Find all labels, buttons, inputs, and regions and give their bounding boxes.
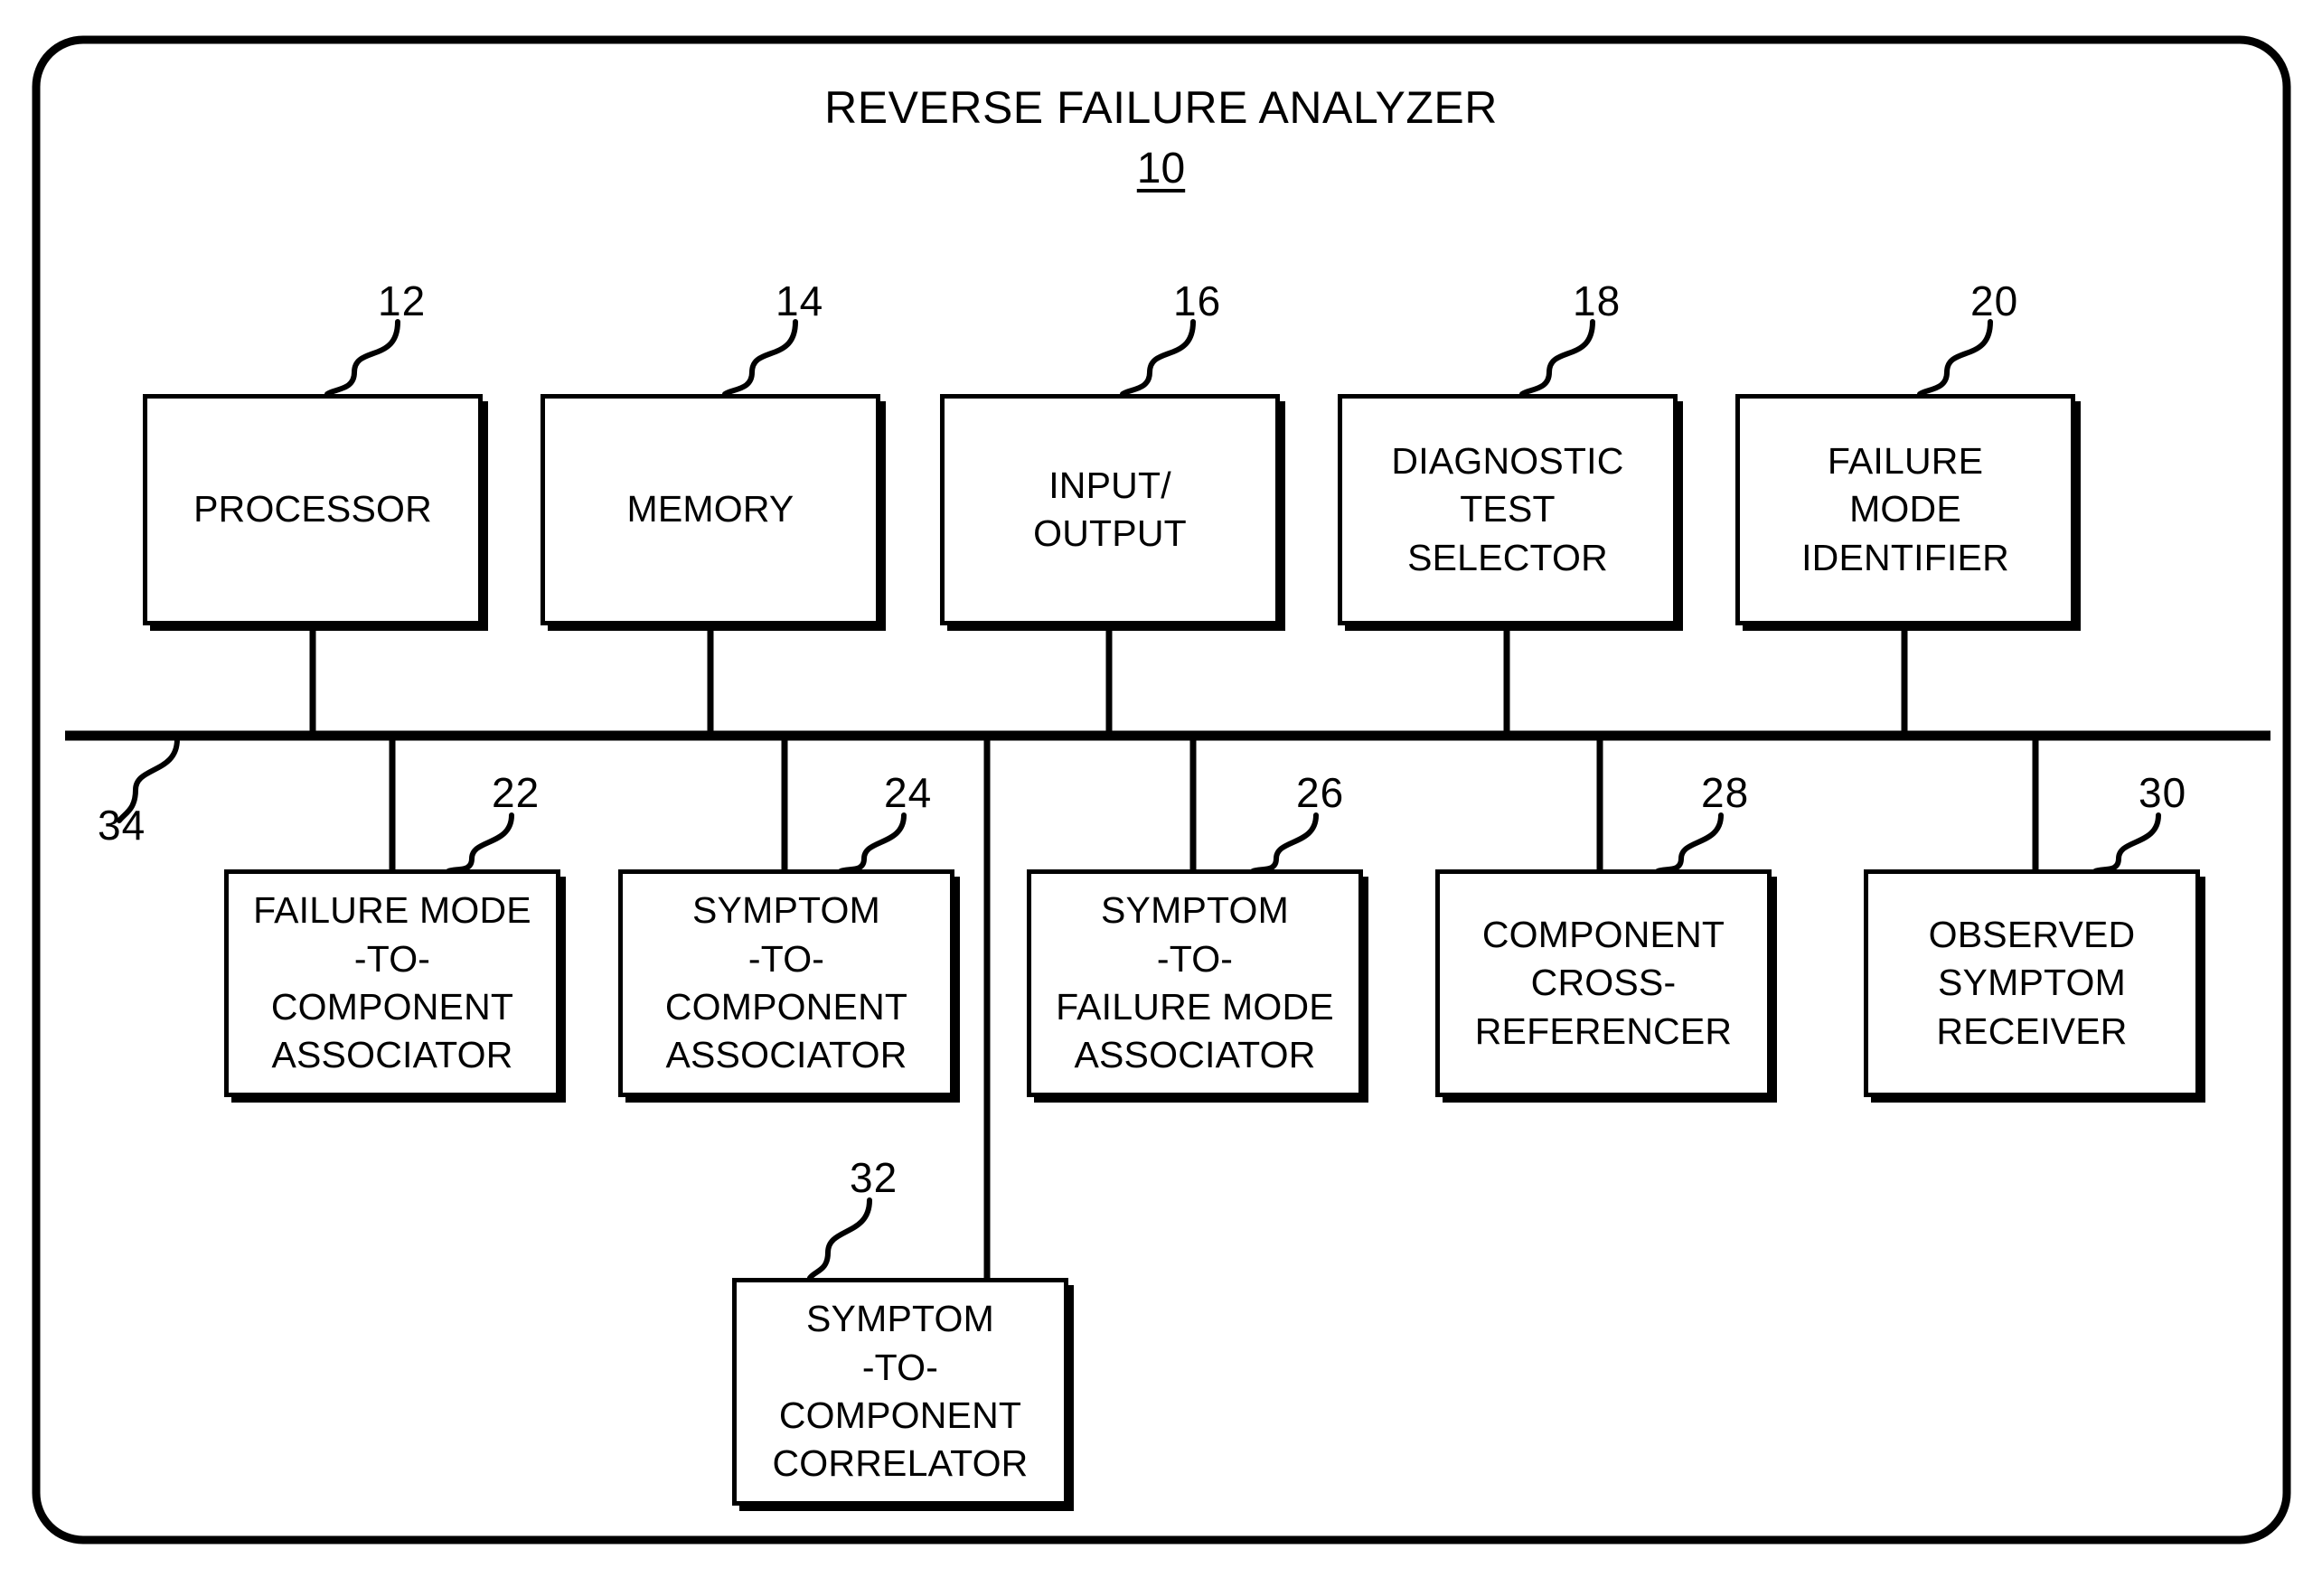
block-symptom-to-failure-mode-associator[interactable]: SYMPTOM -TO- FAILURE MODE ASSOCIATOR [1027,869,1363,1097]
leader-line-24 [838,812,907,874]
block-observed-symptom-receiver[interactable]: OBSERVED SYMPTOM RECEIVER [1864,869,2200,1097]
block-observed-symptom-receiver-label: OBSERVED SYMPTOM RECEIVER [1928,914,2136,1052]
connector-lines-layer [32,35,2291,1544]
refnum-20: 20 [1970,277,2019,324]
block-failure-mode-identifier-label: FAILURE MODE IDENTIFIER [1801,440,2009,578]
block-symptom-to-component-associator-label: SYMPTOM -TO- COMPONENT ASSOCIATOR [664,889,908,1076]
leader-line-28 [1655,812,1724,874]
block-failure-mode-to-component-associator-label: FAILURE MODE -TO- COMPONENT ASSOCIATOR [253,889,531,1076]
leader-line-22 [446,812,514,874]
reverse-failure-analyzer-diagram: REVERSE FAILURE ANALYZER 10 PROCESSOR ME… [0,0,2322,1596]
block-diagnostic-test-selector[interactable]: DIAGNOSTIC TEST SELECTOR [1338,394,1678,625]
block-processor[interactable]: PROCESSOR [143,394,483,625]
block-diagnostic-test-selector-label: DIAGNOSTIC TEST SELECTOR [1391,440,1624,578]
refnum-32: 32 [850,1154,898,1201]
block-input-output-label: INPUT/ OUTPUT [1033,464,1187,554]
block-symptom-to-component-correlator[interactable]: SYMPTOM -TO- COMPONENT CORRELATOR [732,1278,1068,1506]
block-memory-label: MEMORY [626,488,794,530]
block-symptom-to-component-correlator-label: SYMPTOM -TO- COMPONENT CORRELATOR [772,1298,1029,1485]
block-memory[interactable]: MEMORY [541,394,880,625]
block-component-cross-referencer-label: COMPONENT CROSS- REFERENCER [1474,914,1733,1052]
block-component-cross-referencer[interactable]: COMPONENT CROSS- REFERENCER [1435,869,1772,1097]
leader-line-26 [1250,812,1319,874]
leader-line-16 [1120,319,1196,397]
refnum-28: 28 [1701,769,1750,816]
leader-line-30 [2092,812,2161,874]
figure-title: REVERSE FAILURE ANALYZER [824,82,1498,133]
refnum-24: 24 [884,769,933,816]
refnum-26: 26 [1296,769,1345,816]
refnum-12: 12 [378,277,427,324]
leader-line-12 [324,319,400,397]
block-symptom-to-failure-mode-associator-label: SYMPTOM -TO- FAILURE MODE ASSOCIATOR [1056,889,1334,1076]
figure-title-numeral: 10 [1136,145,1186,192]
block-failure-mode-identifier[interactable]: FAILURE MODE IDENTIFIER [1735,394,2075,625]
block-failure-mode-to-component-associator[interactable]: FAILURE MODE -TO- COMPONENT ASSOCIATOR [224,869,560,1097]
leader-line-14 [722,319,798,397]
block-processor-label: PROCESSOR [193,488,432,530]
block-input-output[interactable]: INPUT/ OUTPUT [940,394,1280,625]
leader-line-18 [1519,319,1595,397]
refnum-18: 18 [1573,277,1622,324]
block-symptom-to-component-associator[interactable]: SYMPTOM -TO- COMPONENT ASSOCIATOR [618,869,954,1097]
outer-enclosure-boundary [32,35,2291,1544]
refnum-14: 14 [776,277,824,324]
refnum-22: 22 [492,769,541,816]
refnum-34: 34 [98,802,146,849]
refnum-30: 30 [2139,769,2187,816]
leader-line-32 [807,1197,872,1281]
refnum-16: 16 [1173,277,1222,324]
leader-line-20 [1917,319,1993,397]
